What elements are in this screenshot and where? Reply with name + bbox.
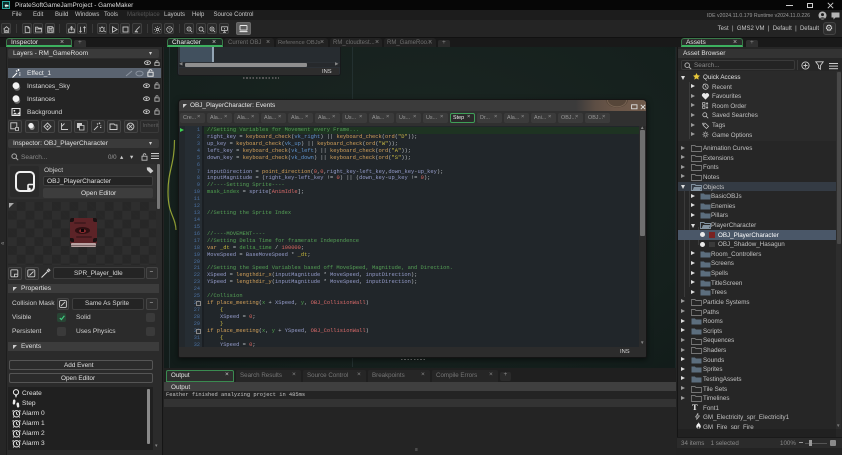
- svg-text:?: ?: [168, 27, 171, 32]
